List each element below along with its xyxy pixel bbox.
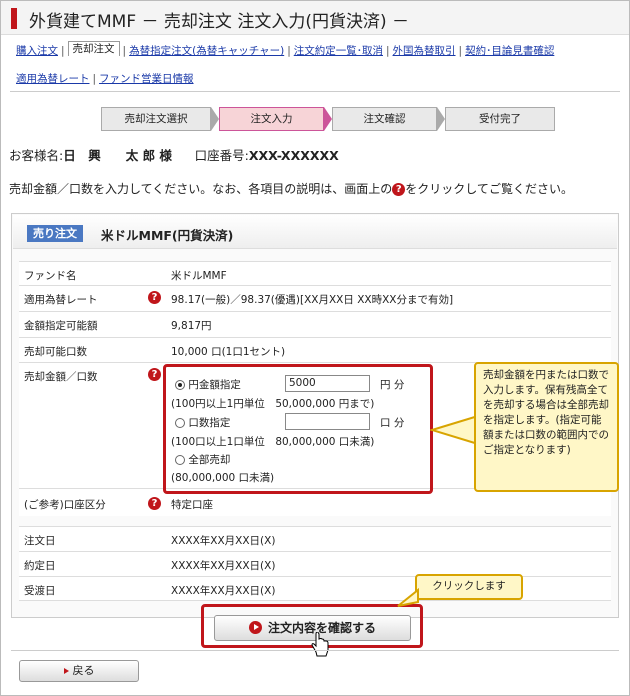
help-icon[interactable]: ? xyxy=(148,368,161,381)
row-value: 10,000 口(1口1セント) xyxy=(171,346,286,358)
tab-purchase[interactable]: 購入注文 xyxy=(16,45,58,57)
row-label: 金額指定可能額 xyxy=(24,320,98,332)
table-row: ファンド名 米ドルMMF xyxy=(19,261,611,285)
link-fx-order[interactable]: 為替指定注文(為替キャッチャー) xyxy=(129,45,284,57)
row-value: 98.17(一般)／98.37(優遇)[XX月XX日 XX時XX分まで有効] xyxy=(171,294,454,306)
table-row: 約定日 XXXX年XX月XX日(X) xyxy=(19,551,611,576)
row-label: ファンド名 xyxy=(24,270,77,282)
row-value: XXXX年XX月XX日(X) xyxy=(171,560,276,572)
step-select: 売却注文選択 xyxy=(101,107,211,131)
nav-tabs: 購入注文 | 売却注文 | 為替指定注文(為替キャッチャー) | 注文約定一覧･取消 | 外国為… xyxy=(16,41,555,57)
step-input: 注文入力 xyxy=(219,107,324,131)
panel-title: 米ドルMMF(円貨決済) xyxy=(101,228,234,243)
row-value: 米ドルMMF xyxy=(171,270,227,282)
link-order-list[interactable]: 注文約定一覧･取消 xyxy=(294,45,383,57)
play-icon xyxy=(63,668,69,674)
link-business-days[interactable]: ファンド営業日情報 xyxy=(99,73,194,85)
instruction-post: をクリックしてご覧ください。 xyxy=(405,182,573,196)
table-row: 適用為替レート ? 98.17(一般)／98.37(優遇)[XX月XX日 XX時… xyxy=(19,285,611,311)
link-contract[interactable]: 契約･目論見書確認 xyxy=(465,45,554,57)
callout-click-pointer xyxy=(397,587,419,607)
step-arrow-icon xyxy=(211,107,219,131)
highlight-sell-input xyxy=(163,364,433,494)
callout-pointer xyxy=(430,414,479,446)
hand-cursor-icon xyxy=(311,632,329,657)
customer-info: お客様名:日 興 太 郎 様 口座番号:XXX-XXXXXX xyxy=(9,145,339,164)
divider xyxy=(11,650,619,651)
row-value: XXXX年XX月XX日(X) xyxy=(171,585,276,597)
step-arrow-icon xyxy=(324,107,332,131)
row-label: 注文日 xyxy=(24,535,56,547)
instruction-pre: 売却金額／口数を入力してください。なお、各項目の説明は、画面上の xyxy=(9,182,393,196)
callout-click: クリックします xyxy=(415,574,523,600)
customer-name-label: お客様名: xyxy=(9,148,64,163)
step-arrow-icon xyxy=(437,107,445,131)
link-fx-rate[interactable]: 適用為替レート xyxy=(16,73,90,85)
link-fx-trade[interactable]: 外国為替取引 xyxy=(393,45,456,57)
step-confirm: 注文確認 xyxy=(332,107,437,131)
account-number: XXX-XXXXXX xyxy=(248,148,339,163)
account-label: 口座番号: xyxy=(194,148,249,163)
row-label: 売却可能口数 xyxy=(24,346,87,358)
table-row: 売却可能口数 10,000 口(1口1セント) xyxy=(19,337,611,362)
table-row: 注文日 XXXX年XX月XX日(X) xyxy=(19,526,611,551)
row-label: (ご参考)口座区分 xyxy=(24,499,106,511)
divider xyxy=(10,91,620,92)
step-complete: 受付完了 xyxy=(445,107,555,131)
tab-sell[interactable]: 売却注文 xyxy=(67,41,120,56)
row-value: 特定口座 xyxy=(171,499,213,511)
help-icon: ? xyxy=(392,183,406,196)
help-icon[interactable]: ? xyxy=(148,497,161,510)
row-label: 約定日 xyxy=(24,560,56,572)
table-row: 金額指定可能額 9,817円 xyxy=(19,311,611,337)
help-icon[interactable]: ? xyxy=(148,291,161,304)
back-button[interactable]: 戻る xyxy=(19,660,139,682)
title-bar: 外貨建てMMF － 売却注文 注文入力(円貨決済) － xyxy=(1,1,629,35)
row-label: 売却金額／口数 xyxy=(24,371,98,383)
sell-badge: 売り注文 xyxy=(27,225,83,242)
instruction-text: 売却金額／口数を入力してください。なお、各項目の説明は、画面上の? をクリックして… xyxy=(9,180,573,197)
row-value: 9,817円 xyxy=(171,320,212,332)
back-label: 戻る xyxy=(72,664,95,677)
nav-row2: 適用為替レート | ファンド営業日情報 xyxy=(16,73,194,85)
row-label: 受渡日 xyxy=(24,585,56,597)
panel-header: 売り注文 米ドルMMF(円貨決済) xyxy=(13,215,617,249)
row-value: XXXX年XX月XX日(X) xyxy=(171,535,276,547)
brand-mark xyxy=(11,8,17,29)
customer-name: 日 興 太 郎 様 xyxy=(63,148,172,163)
row-label: 適用為替レート xyxy=(24,294,98,306)
page-title: 外貨建てMMF － 売却注文 注文入力(円貨決済) － xyxy=(29,12,409,32)
play-icon xyxy=(248,621,262,634)
callout-explanation: 売却金額を円または口数で入力します。保有残高全てを売却する場合は全部売却を指定し… xyxy=(474,362,619,492)
